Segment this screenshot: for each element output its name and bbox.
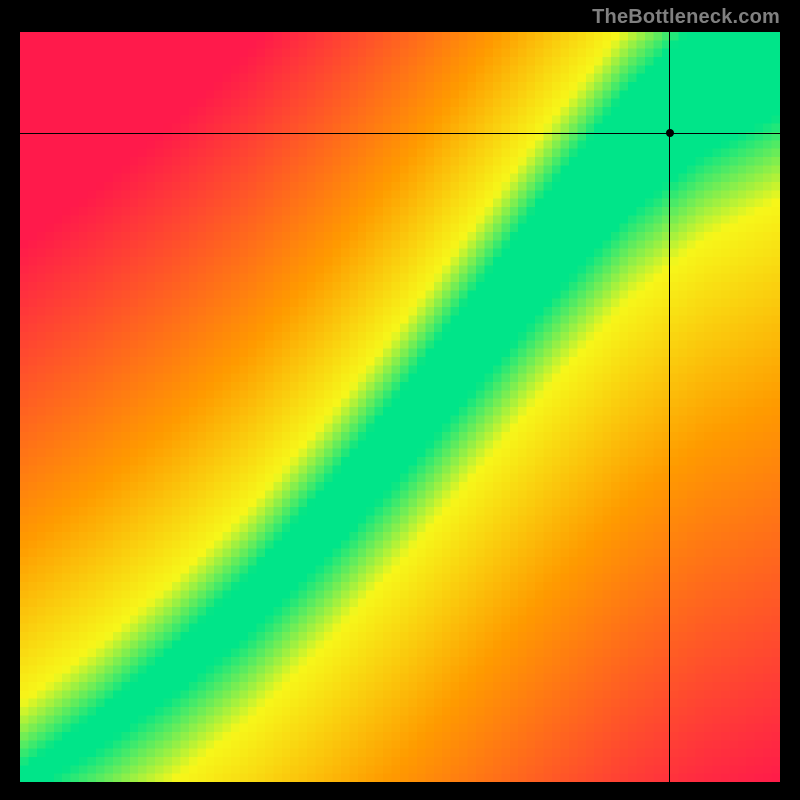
watermark-text: TheBottleneck.com: [592, 6, 780, 29]
bottleneck-heatmap: [20, 32, 780, 782]
crosshair-vertical: [669, 32, 670, 782]
marker-point: [666, 129, 674, 137]
